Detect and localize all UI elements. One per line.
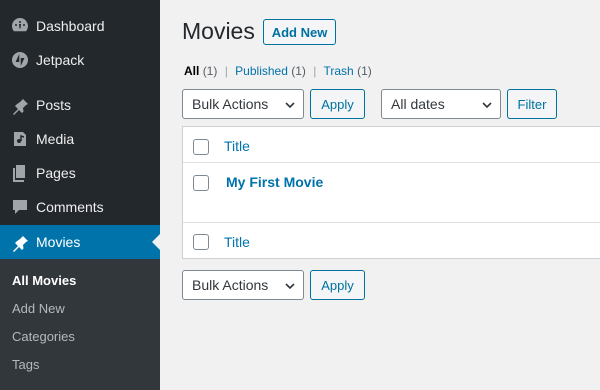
sidebar-item-label: Media	[36, 131, 75, 147]
sidebar-item-label: Comments	[36, 199, 104, 215]
sidebar-item-label: Posts	[36, 97, 72, 113]
divider	[183, 222, 600, 223]
pages-icon	[0, 163, 36, 183]
select-all-checkbox[interactable]	[193, 139, 209, 155]
chevron-down-icon	[482, 102, 492, 109]
submenu-add-new[interactable]: Add New	[12, 301, 65, 316]
filter-button[interactable]: Filter	[507, 89, 557, 119]
jetpack-icon	[0, 50, 36, 70]
sidebar-item-comments[interactable]: Comments	[0, 190, 160, 224]
date-filter-label: All dates	[391, 96, 445, 112]
movies-table: Title My First Movie Title	[182, 126, 600, 259]
divider	[183, 162, 600, 163]
page-title: Movies	[182, 18, 255, 44]
sidebar-item-jetpack[interactable]: Jetpack	[0, 43, 160, 77]
bulk-actions-select-top[interactable]: Bulk Actions	[182, 89, 304, 119]
pin-icon	[0, 95, 36, 115]
view-trash-count: (1)	[357, 64, 372, 78]
date-filter-select[interactable]: All dates	[381, 89, 501, 119]
row-checkbox[interactable]	[193, 175, 209, 191]
submenu-categories[interactable]: Categories	[12, 329, 75, 344]
sidebar-item-label: Pages	[36, 165, 76, 181]
sidebar-item-movies[interactable]: Movies	[0, 225, 160, 259]
submenu-tags[interactable]: Tags	[12, 357, 39, 372]
separator: |	[224, 64, 228, 78]
apply-button-top[interactable]: Apply	[310, 89, 365, 119]
sidebar-item-posts[interactable]: Posts	[0, 88, 160, 122]
column-header-title[interactable]: Title	[224, 138, 250, 154]
add-new-button[interactable]: Add New	[263, 19, 336, 45]
media-icon	[0, 129, 36, 149]
view-all-link[interactable]: All	[184, 64, 199, 78]
chevron-down-icon	[285, 283, 295, 290]
chevron-down-icon	[285, 102, 295, 109]
sidebar-item-label: Jetpack	[36, 52, 85, 68]
submenu-all-movies[interactable]: All Movies	[12, 273, 76, 288]
status-views: All (1) | Published (1) | Trash (1)	[184, 64, 372, 78]
bulk-actions-select-bottom[interactable]: Bulk Actions	[182, 270, 304, 300]
sidebar-item-media[interactable]: Media	[0, 122, 160, 156]
view-all-count: (1)	[202, 64, 218, 78]
pin-icon	[0, 232, 36, 252]
select-all-checkbox-footer[interactable]	[193, 234, 209, 250]
admin-sidebar: Dashboard Jetpack Posts Media Pages Comm…	[0, 0, 160, 390]
view-published-link[interactable]: Published	[235, 64, 288, 78]
movies-submenu: All Movies Add New Categories Tags	[0, 259, 160, 390]
sidebar-item-pages[interactable]: Pages	[0, 156, 160, 190]
apply-button-bottom[interactable]: Apply	[310, 270, 365, 300]
separator: |	[313, 64, 317, 78]
sidebar-item-label: Movies	[36, 234, 81, 250]
bulk-actions-label: Bulk Actions	[192, 277, 269, 293]
view-published-count: (1)	[291, 64, 306, 78]
sidebar-item-label: Dashboard	[36, 18, 105, 34]
sidebar-item-dashboard[interactable]: Dashboard	[0, 9, 160, 43]
column-footer-title[interactable]: Title	[224, 234, 250, 250]
dashboard-icon	[0, 16, 36, 36]
comments-icon	[0, 197, 36, 217]
row-title-link[interactable]: My First Movie	[226, 174, 323, 190]
bulk-actions-label: Bulk Actions	[192, 96, 269, 112]
view-trash-link[interactable]: Trash	[324, 64, 354, 78]
